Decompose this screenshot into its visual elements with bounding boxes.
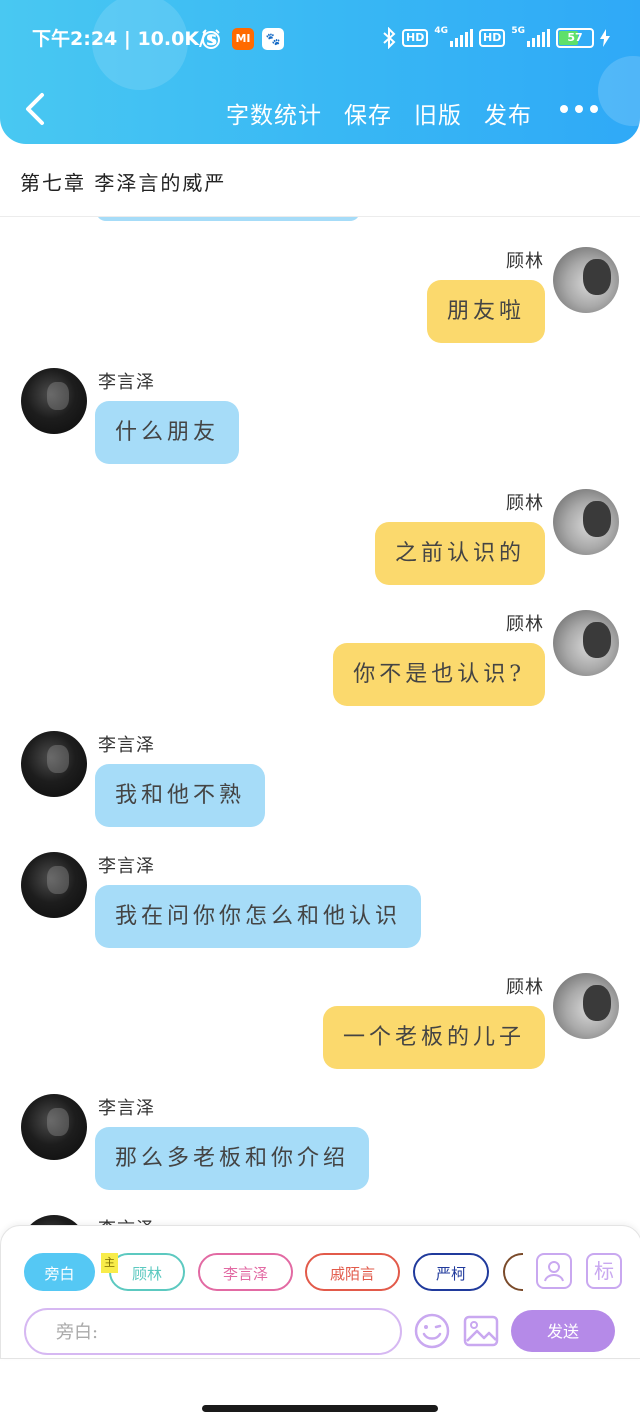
hd-badge: HD [479,29,506,47]
sender-name: 顾林 [506,493,544,514]
message-bubble[interactable]: 你不是也认识? [333,643,545,706]
hd-badge: HD [402,29,429,47]
home-indicator[interactable] [202,1405,438,1412]
avatar[interactable] [21,731,87,797]
message-bubble[interactable]: 什么朋友 [95,401,240,464]
bluetooth-icon [383,27,396,49]
baidu-paw-icon: 🐾 [262,28,284,50]
chapter-title: 第七章 李泽言的威严 [20,171,227,195]
chat-message: 李言泽 [0,1215,640,1225]
avatar[interactable] [553,247,619,313]
charging-bolt-icon [600,29,610,47]
contact-card-icon[interactable] [536,1253,572,1289]
signal-bars-icon [527,29,550,47]
message-bubble[interactable]: 之前认识的 [374,522,545,585]
character-chip-qimoyan[interactable]: 戚陌言 [305,1253,400,1291]
image-icon[interactable] [463,1314,499,1348]
chapter-title-bar: 第七章 李泽言的威严 [0,144,640,217]
tag-button[interactable]: 标 [586,1253,622,1289]
top-actions: 字数统计 保存 旧版 发布 [226,96,532,130]
alarm-clock-icon [202,29,220,49]
message-bubble[interactable]: 一个老板的儿子 [322,1006,545,1069]
character-chip-liyanze[interactable]: 李言泽 [198,1253,293,1291]
send-button[interactable]: 发送 [511,1310,615,1352]
more-options-icon[interactable] [560,100,600,118]
message-input[interactable] [54,1310,378,1355]
battery-icon: 57 [556,28,594,48]
message-bubble[interactable]: 朋友啦 [426,280,545,343]
sender-name: 李言泽 [98,735,155,756]
sender-name: 顾林 [506,251,544,272]
chat-message: 李言泽 那么多老板和你介绍 [0,1094,640,1204]
avatar[interactable] [553,610,619,676]
chat-message: 李言泽 我和他不熟 [0,731,640,841]
battery-level: 57 [567,31,583,44]
sender-name: 李言泽 [98,372,155,393]
sender-name: 李言泽 [98,1215,155,1225]
chat-message: 顾林 朋友啦 [0,247,640,357]
signal-bars-icon [450,29,473,47]
character-chip-yanke[interactable]: 严柯 [413,1253,489,1291]
status-time: 下午2:24 | 10.0K/s [32,28,218,50]
message-bubble[interactable]: 我和他不熟 [95,764,266,827]
message-input-box[interactable] [24,1308,402,1355]
protagonist-badge: 主 [101,1253,118,1273]
chat-message: 顾林 你不是也认识? [0,610,640,720]
message-bubble-partial [96,217,360,221]
chat-message: 顾林 之前认识的 [0,489,640,599]
chat-message: 李言泽 我在问你你怎么和他认识 [0,852,640,962]
avatar[interactable] [21,1215,87,1225]
back-button[interactable] [22,92,48,126]
avatar[interactable] [21,368,87,434]
message-bubble[interactable]: 我在问你你怎么和他认识 [95,885,422,948]
avatar[interactable] [553,973,619,1039]
sender-name: 李言泽 [98,1098,155,1119]
publish-button[interactable]: 发布 [484,96,532,130]
chat-message: 顾林 一个老板的儿子 [0,973,640,1083]
chat-list[interactable]: 顾林 朋友啦 李言泽 什么朋友 顾林 之前认识的 顾林 你不是也认识? 李言泽 … [0,217,640,1225]
message-bubble[interactable]: 那么多老板和你介绍 [95,1127,370,1190]
save-button[interactable]: 保存 [344,96,392,130]
old-version-button[interactable]: 旧版 [414,96,462,130]
avatar[interactable] [21,1094,87,1160]
clock-time: 下午2:24 [32,28,118,50]
chat-message: 李言泽 什么朋友 [0,368,640,478]
top-app-bar: 下午2:24 | 10.0K/s MI 🐾 HD 4G HD 5G 57 字数统… [0,0,640,144]
character-chip-narrator[interactable]: 旁白 [24,1253,95,1291]
word-count-button[interactable]: 字数统计 [226,96,322,130]
composer-panel: 旁白 顾林 主 李言泽 戚陌言 严柯 标 发送 [0,1225,640,1359]
network-type: 4G [434,26,448,36]
smiley-icon[interactable] [414,1313,450,1349]
sender-name: 李言泽 [98,856,155,877]
character-chip-partial[interactable] [503,1253,523,1291]
system-status-icons: HD 4G HD 5G 57 [382,26,610,49]
avatar[interactable] [21,852,87,918]
sender-name: 顾林 [506,614,544,635]
mi-app-icon: MI [232,28,254,50]
network-type: 5G [511,26,525,36]
character-chip-gulin[interactable]: 顾林 [109,1253,185,1291]
sender-name: 顾林 [506,977,544,998]
avatar[interactable] [553,489,619,555]
